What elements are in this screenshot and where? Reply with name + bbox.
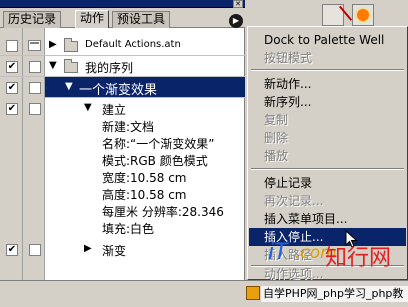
action-row-selected[interactable]: ▼ 一个渐变效果 <box>45 77 245 98</box>
menu-separator <box>251 168 404 170</box>
menu-item-action-options[interactable]: 动作选项... <box>264 268 323 280</box>
close-icon[interactable]: ✕ <box>233 0 243 8</box>
step-detail-fill: 填充:白色 <box>102 222 155 236</box>
toggle-checkbox[interactable] <box>29 103 41 115</box>
actions-list: ▶ Default Actions.atn ✔ ▼ 我的序列 ▼ 一个渐变效果 … <box>0 28 245 280</box>
action-set-row-default[interactable]: ▶ Default Actions.atn <box>0 35 245 56</box>
toggle-checkbox[interactable] <box>29 61 41 73</box>
menu-item-duplicate[interactable]: 复制 <box>264 111 288 129</box>
menu-separator <box>251 69 404 71</box>
check-icon[interactable]: ✔ <box>6 61 18 73</box>
toggle-checkbox[interactable] <box>29 82 41 94</box>
check-icon[interactable]: ✔ <box>6 103 18 115</box>
menu-item-insert-menu-item[interactable]: 插入菜单项目... <box>264 210 347 228</box>
palette-title-bar: ✕ <box>0 0 245 8</box>
menu-item-new-set[interactable]: 新序列... <box>264 93 311 111</box>
menu-item-dock[interactable]: Dock to Palette Well <box>264 31 384 49</box>
check-icon[interactable]: ✔ <box>6 82 18 94</box>
menu-item-delete[interactable]: 删除 <box>264 129 288 147</box>
toggle-checkbox[interactable] <box>29 244 41 256</box>
step-name: 建立 <box>102 103 127 117</box>
expand-triangle-icon[interactable]: ▶ <box>84 244 92 254</box>
menu-item-new-action[interactable]: 新动作... <box>264 75 311 93</box>
toggle-checkbox[interactable] <box>6 40 18 52</box>
no-color-swatch-icon[interactable] <box>322 4 344 26</box>
step-row-make[interactable]: ✔ ▼ 建立 <box>0 98 245 119</box>
collapse-triangle-icon[interactable]: ▼ <box>49 61 57 71</box>
action-set-name: Default Actions.atn <box>85 39 181 50</box>
tab-tool-presets[interactable]: 预设工具 <box>112 11 171 28</box>
step-detail-mode: 模式:RGB 颜色模式 <box>102 154 208 168</box>
tab-bar: 历史记录 动作 预设工具 <box>0 8 245 28</box>
step-name: 渐变 <box>102 244 127 258</box>
expand-triangle-icon[interactable]: ▶ <box>49 40 57 50</box>
panel-menu-icon[interactable]: ▶ <box>229 14 243 28</box>
folder-icon <box>64 59 78 73</box>
watermark-logo: iT <box>268 240 288 265</box>
menu-item-stop-recording[interactable]: 停止记录 <box>264 174 312 192</box>
footer-watermark-text: 自学PHP网_php学习_php教 <box>261 286 408 302</box>
step-detail-width: 宽度:10.58 cm <box>102 171 187 185</box>
collapse-triangle-icon[interactable]: ▼ <box>65 82 73 92</box>
action-set-name: 我的序列 <box>85 61 134 75</box>
site-icon <box>246 286 260 300</box>
check-icon[interactable]: ✔ <box>6 244 18 256</box>
menu-item-play[interactable]: 播放 <box>264 147 288 165</box>
folder-icon <box>64 38 78 52</box>
step-detail-new: 新建:文档 <box>102 120 155 134</box>
dialog-toggle-icon[interactable] <box>28 40 41 51</box>
watermark-logo: 知行网 <box>325 246 392 271</box>
tab-actions[interactable]: 动作 <box>75 10 110 28</box>
action-set-row-my[interactable]: ✔ ▼ 我的序列 <box>0 56 245 77</box>
step-row-gradient[interactable]: ✔ ▶ 渐变 <box>0 239 245 260</box>
step-detail-height: 高度:10.58 cm <box>102 188 187 202</box>
action-name: 一个渐变效果 <box>79 83 158 98</box>
collapse-triangle-icon[interactable]: ▼ <box>84 103 92 113</box>
step-detail-name: 名称:“一个渐变效果” <box>102 137 215 151</box>
menu-item-record-again[interactable]: 再次记录... <box>264 192 323 210</box>
color-swatch-icon[interactable] <box>352 4 374 26</box>
tab-history[interactable]: 历史记录 <box>3 11 62 28</box>
menu-item-button-mode[interactable]: 按钮模式 <box>264 49 312 67</box>
step-detail-resolution: 每厘米 分辨率:28.346 <box>102 205 224 219</box>
